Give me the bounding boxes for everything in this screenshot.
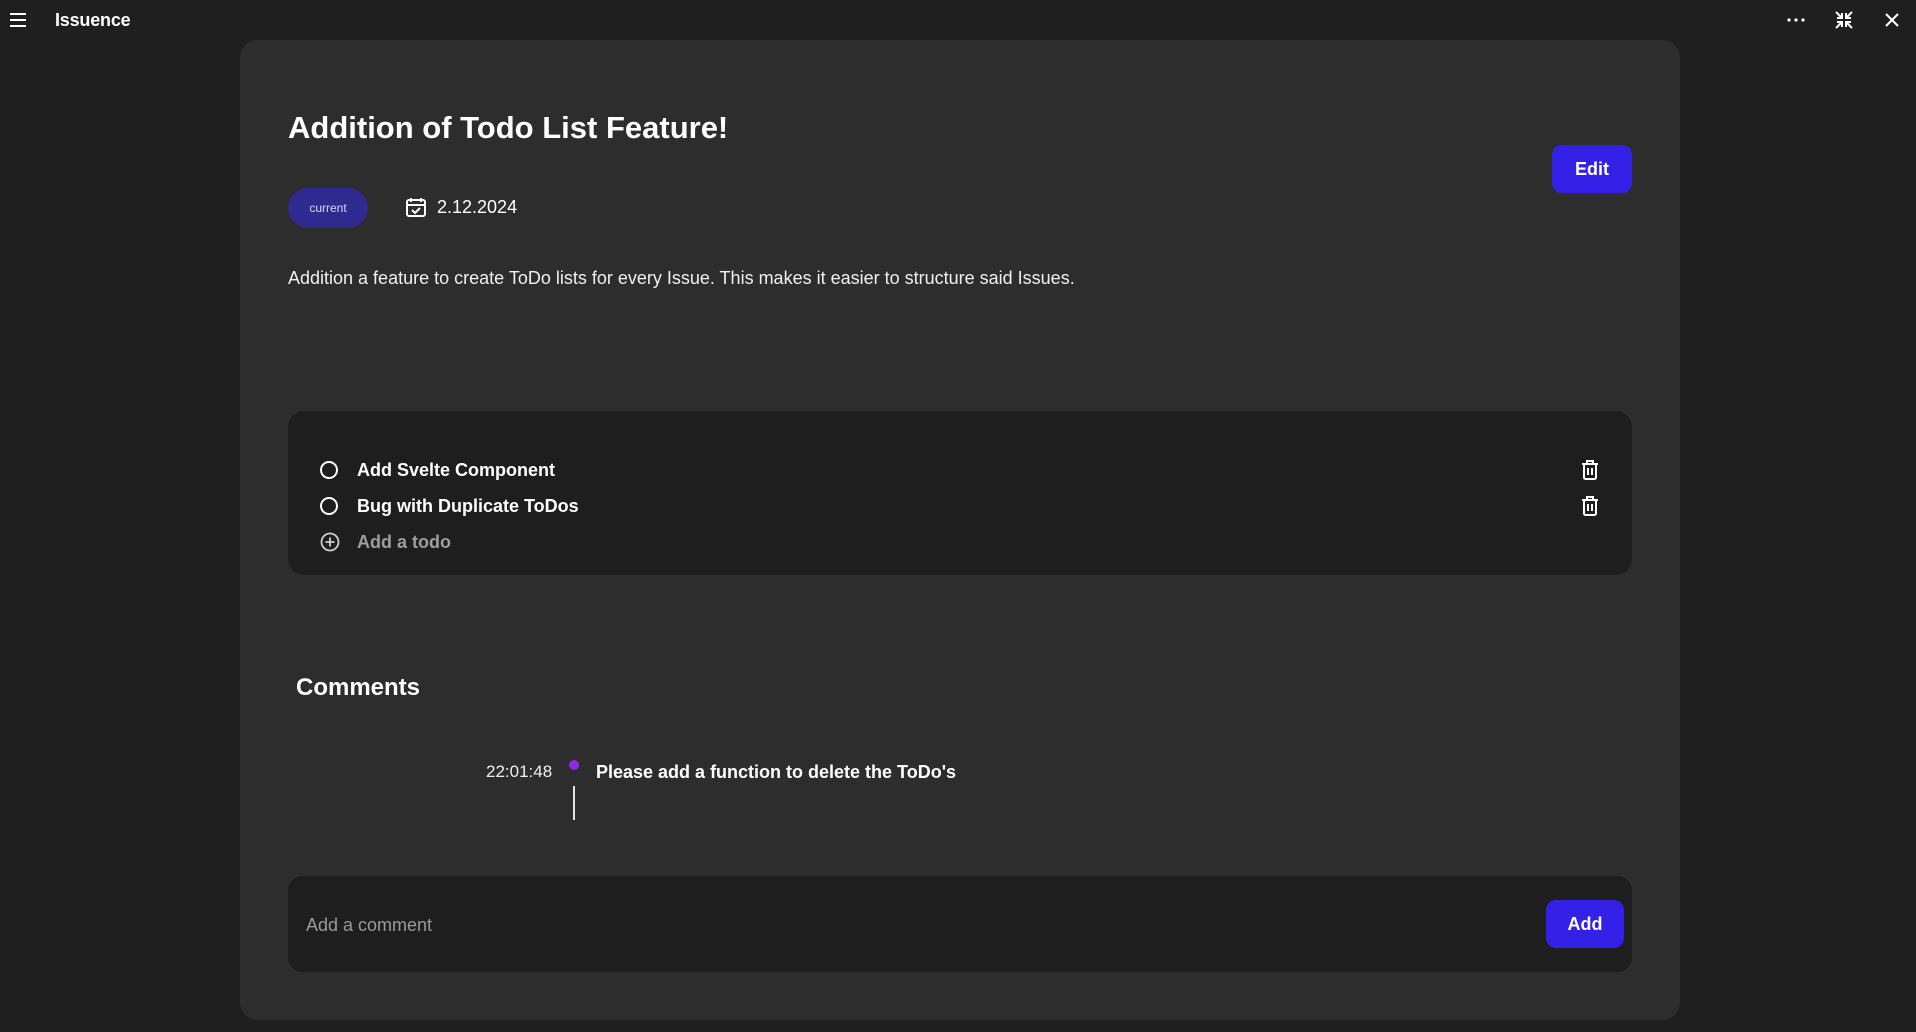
comment-timestamp: 22:01:48 [486,762,553,781]
todo-list: Add Svelte Component Bug with Duplicate … [288,411,1632,575]
app-title: Issuence [55,10,131,30]
comment-text: Please add a function to delete the ToDo… [596,762,956,782]
todo-checkbox[interactable] [320,497,338,515]
issue-title: Addition of Todo List Feature! [288,110,729,145]
timeline-dot [569,760,579,770]
issue-description: Addition a feature to create ToDo lists … [288,268,1075,288]
timeline-line [573,786,575,820]
calendar-icon [406,198,426,217]
issue-date: 2.12.2024 [405,196,517,218]
issue-card: Addition of Todo List Feature! Edit curr… [240,40,1680,1020]
issue-date-text: 2.12.2024 [437,196,518,217]
more-horizontal-icon[interactable] [1780,6,1812,34]
comments-heading: Comments [296,674,421,701]
todo-item: Bug with Duplicate ToDos [320,491,1610,521]
add-comment-button[interactable]: Add [1546,900,1624,948]
todo-item: Add Svelte Component [320,455,1610,485]
minimize-window-icon[interactable] [1828,6,1860,34]
trash-icon[interactable] [1578,494,1602,518]
close-icon[interactable] [1876,6,1908,34]
add-todo-label: Add a todo [357,531,451,552]
todo-item-label: Bug with Duplicate ToDos [357,495,579,516]
add-todo-button[interactable]: Add a todo [320,527,451,557]
comment-input[interactable] [304,904,1468,946]
trash-icon[interactable] [1578,458,1602,482]
title-bar: Issuence [0,0,1916,40]
status-badge: current [288,188,368,228]
plus-circle-icon [320,532,340,552]
edit-button[interactable]: Edit [1552,145,1632,193]
comment-item: 22:01:48 Please add a function to delete… [240,756,1680,826]
hamburger-menu-icon[interactable] [8,10,28,30]
comment-composer: Add [288,876,1632,972]
todo-checkbox[interactable] [320,461,338,479]
todo-item-label: Add Svelte Component [357,459,556,480]
